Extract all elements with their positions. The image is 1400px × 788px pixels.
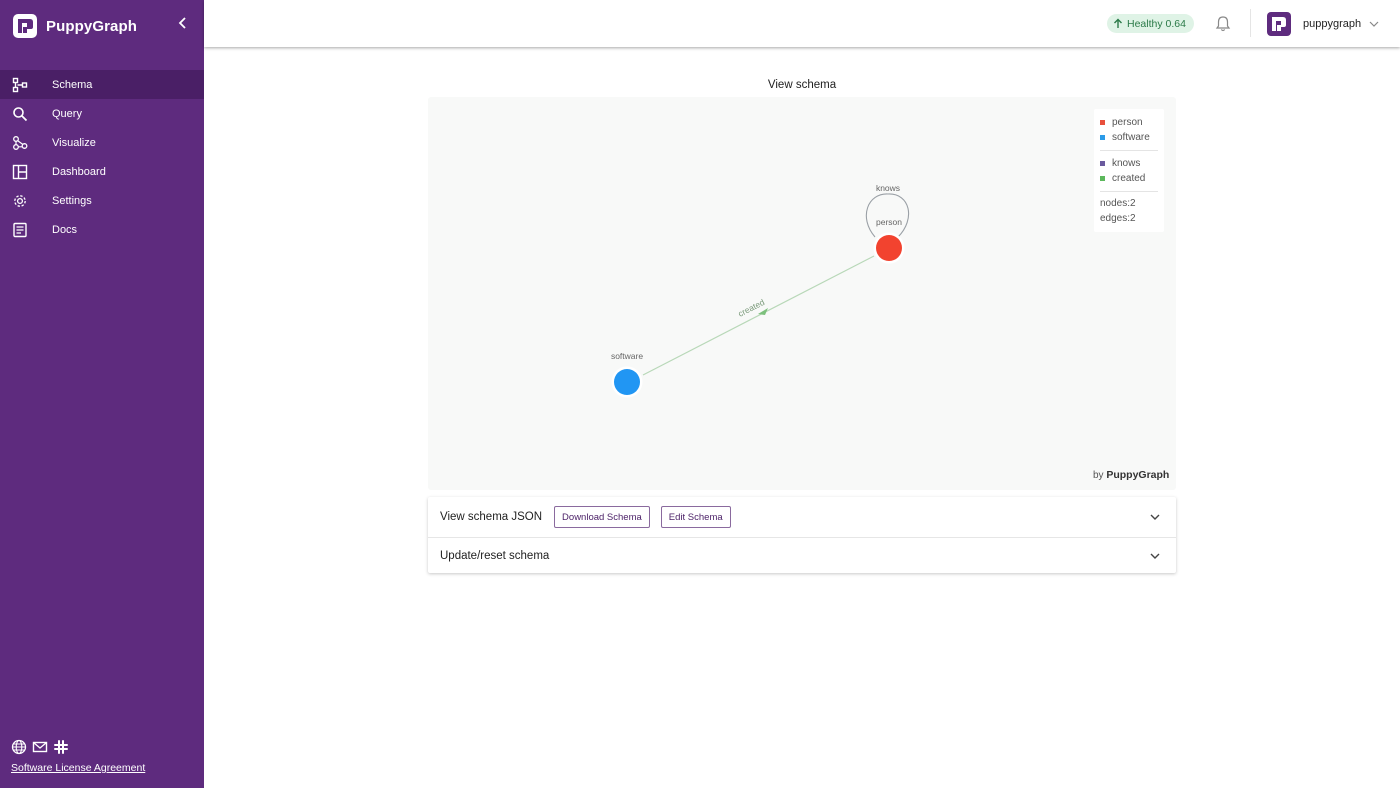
sidebar-footer: Software License Agreement (11, 738, 145, 774)
dashboard-icon (12, 164, 28, 180)
mail-icon[interactable] (32, 739, 48, 755)
sidebar-item-label: Schema (52, 78, 93, 91)
globe-icon[interactable] (11, 739, 27, 755)
sidebar-item-schema[interactable]: Schema (0, 70, 204, 99)
document-icon (12, 222, 28, 238)
sidebar-item-docs[interactable]: Docs (0, 215, 204, 244)
sidebar-item-label: Settings (52, 194, 92, 207)
sidebar-item-dashboard[interactable]: Dashboard (0, 157, 204, 186)
search-icon (12, 106, 28, 122)
slack-icon[interactable] (53, 739, 69, 755)
legend-label: knows (1112, 158, 1141, 169)
schema-accordion: View schema JSON Download Schema Edit Sc… (428, 497, 1176, 573)
sidebar-item-settings[interactable]: Settings (0, 186, 204, 215)
edit-schema-button[interactable]: Edit Schema (660, 506, 731, 528)
legend-item-created[interactable]: created (1100, 171, 1164, 186)
legend-swatch (1100, 120, 1105, 125)
top-header: Healthy 0.64 puppygraph (204, 0, 1400, 47)
legend-divider (1100, 150, 1158, 151)
sidebar-item-query[interactable]: Query (0, 99, 204, 128)
graph-node-label: person (876, 217, 902, 227)
node-circle (614, 369, 640, 395)
byline-brand: PuppyGraph (1106, 469, 1170, 481)
sidebar-item-visualize[interactable]: Visualize (0, 128, 204, 157)
graph-legend: person software knows created nodes:2 ed… (1094, 109, 1164, 232)
chevron-down-icon (1369, 21, 1379, 27)
health-text: Healthy 0.64 (1127, 17, 1186, 30)
sidebar-nav: Schema Query Visualize Dashboard Setting… (0, 70, 204, 244)
accordion-title: Update/reset schema (440, 549, 550, 562)
footer-icons (11, 738, 145, 756)
byline: by PuppyGraph (1093, 469, 1169, 481)
graph-edge-label: created (736, 297, 766, 319)
legend-label: person (1112, 117, 1143, 128)
schema-icon (12, 77, 28, 93)
page-title: View schema (767, 79, 837, 91)
legend-swatch (1100, 161, 1105, 166)
brand[interactable]: PuppyGraph (12, 11, 137, 41)
byline-prefix: by (1093, 470, 1104, 481)
avatar (1267, 12, 1291, 36)
legend-item-knows[interactable]: knows (1100, 156, 1164, 171)
gear-icon (12, 193, 28, 209)
puppygraph-logo-icon (13, 14, 37, 38)
sidebar-item-label: Docs (52, 223, 78, 236)
user-name: puppygraph (1303, 18, 1362, 30)
header-divider (1250, 9, 1251, 37)
download-schema-button[interactable]: Download Schema (554, 506, 650, 528)
bell-icon[interactable] (1215, 15, 1231, 32)
accordion-view-schema-json[interactable]: View schema JSON Download Schema Edit Sc… (428, 497, 1176, 537)
legend-item-software[interactable]: software (1100, 130, 1164, 145)
legend-label: software (1112, 132, 1150, 143)
collapse-sidebar-icon[interactable] (176, 15, 190, 31)
license-link[interactable]: Software License Agreement (11, 762, 145, 774)
brand-name: PuppyGraph (46, 17, 138, 35)
health-badge: Healthy 0.64 (1107, 14, 1194, 33)
legend-edge-count: edges:2 (1100, 212, 1136, 224)
graph-nodes-icon (12, 135, 28, 151)
legend-swatch (1100, 135, 1105, 140)
legend-node-count: nodes:2 (1100, 198, 1136, 209)
sidebar: PuppyGraph Schema Query Visualize Dashbo… (0, 0, 204, 788)
sidebar-item-label: Dashboard (52, 165, 106, 178)
sidebar-item-label: Visualize (52, 136, 96, 149)
legend-label: created (1112, 173, 1146, 184)
sidebar-item-label: Query (52, 107, 82, 120)
legend-item-person[interactable]: person (1100, 115, 1164, 130)
arrow-up-icon (1114, 18, 1122, 28)
graph-node-person[interactable]: person (873, 217, 905, 264)
graph-edge-knows[interactable] (865, 193, 910, 238)
chevron-down-icon[interactable] (1150, 552, 1160, 560)
schema-graph-canvas[interactable]: created knows person software person sof… (428, 97, 1176, 490)
graph-node-software[interactable]: software (611, 351, 643, 398)
graph-edge-label: knows (876, 183, 900, 193)
schema-graph[interactable]: created knows person software (428, 97, 1176, 490)
legend-divider (1100, 191, 1158, 192)
accordion-update-reset-schema[interactable]: Update/reset schema (428, 537, 1176, 573)
graph-node-label: software (611, 351, 643, 361)
legend-swatch (1100, 176, 1105, 181)
chevron-down-icon[interactable] (1150, 513, 1160, 521)
user-menu[interactable]: puppygraph (1267, 11, 1379, 37)
node-circle (876, 235, 902, 261)
accordion-title: View schema JSON (440, 511, 543, 523)
graph-edge-created[interactable] (642, 255, 875, 376)
